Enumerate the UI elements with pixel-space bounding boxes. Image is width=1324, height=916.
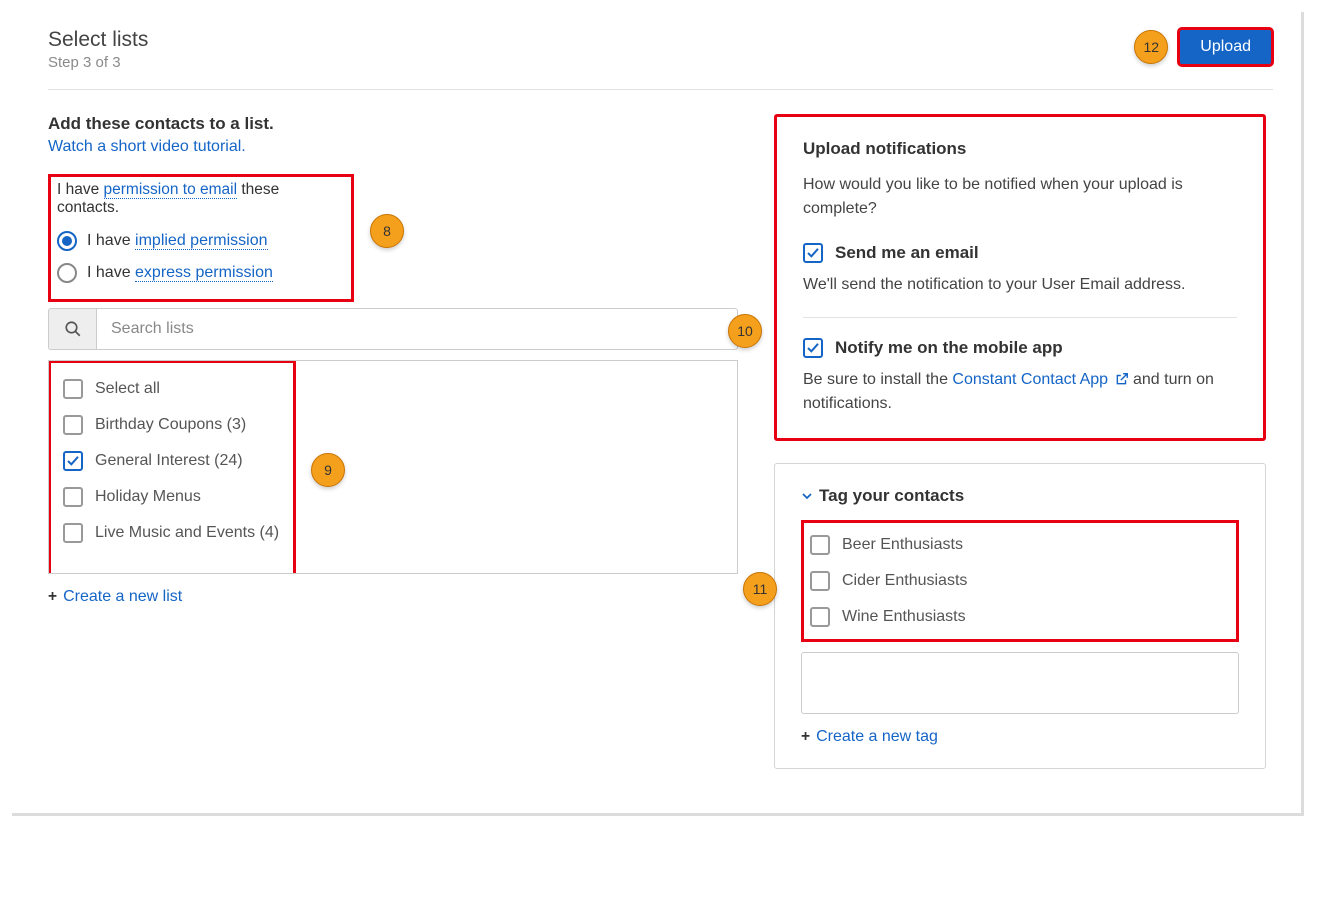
create-new-tag-link[interactable]: + Create a new tag	[801, 728, 1239, 746]
permission-intro: I have permission to email these contact…	[57, 181, 345, 217]
add-contacts-heading: Add these contacts to a list.	[48, 114, 738, 134]
upload-button[interactable]: Upload	[1178, 28, 1273, 66]
annotation-badge-9: 9	[311, 453, 345, 487]
plus-icon: +	[801, 728, 810, 746]
notify-email-desc: We'll send the notification to your User…	[803, 273, 1237, 297]
list-item[interactable]: Birthday Coupons (3)	[63, 407, 723, 443]
list-item[interactable]: Live Music and Events (4)	[63, 515, 723, 551]
lists-container[interactable]: Select all Birthday Coupons (3) General …	[48, 360, 738, 574]
list-item[interactable]: Holiday Menus	[63, 479, 723, 515]
express-permission-link[interactable]: express permission	[135, 264, 273, 282]
plus-icon: +	[48, 588, 57, 606]
divider	[803, 317, 1237, 318]
radio-implied-permission[interactable]: I have implied permission	[57, 225, 345, 257]
permission-section: I have permission to email these contact…	[48, 174, 354, 302]
search-lists-input[interactable]	[96, 308, 738, 350]
checkbox-icon	[810, 535, 830, 555]
radio-express-permission[interactable]: I have express permission	[57, 257, 345, 289]
checkbox-icon	[63, 379, 83, 399]
upload-notifications-heading: Upload notifications	[803, 139, 1237, 159]
checkbox-icon	[810, 571, 830, 591]
list-item[interactable]: General Interest (24)	[63, 443, 723, 479]
annotation-badge-11: 11	[743, 572, 777, 606]
create-new-list-link[interactable]: + Create a new list	[48, 588, 738, 606]
checkbox-icon	[63, 415, 83, 435]
annotation-badge-12: 12	[1134, 30, 1168, 64]
notify-email-checkbox[interactable]: Send me an email	[803, 243, 1237, 263]
search-icon	[48, 308, 96, 350]
notify-mobile-checkbox[interactable]: Notify me on the mobile app	[803, 338, 1237, 358]
notifications-desc: How would you like to be notified when y…	[803, 173, 1237, 221]
radio-icon	[57, 231, 77, 251]
radio-icon	[57, 263, 77, 283]
annotation-badge-8: 8	[370, 214, 404, 248]
checkbox-icon	[803, 338, 823, 358]
permission-to-email-link[interactable]: permission to email	[104, 181, 238, 199]
implied-permission-link[interactable]: implied permission	[135, 232, 268, 250]
notify-mobile-desc: Be sure to install the Constant Contact …	[803, 368, 1237, 416]
checkbox-icon	[63, 487, 83, 507]
tag-contacts-panel: Tag your contacts Beer Enthusiasts Cider…	[774, 463, 1266, 769]
checkbox-icon	[63, 523, 83, 543]
external-link-icon	[1115, 372, 1129, 386]
constant-contact-app-link[interactable]: Constant Contact App	[952, 371, 1128, 388]
annotation-badge-10: 10	[728, 314, 762, 348]
tag-item[interactable]: Wine Enthusiasts	[810, 599, 1230, 635]
page-step: Step 3 of 3	[48, 54, 148, 71]
checkbox-icon	[810, 607, 830, 627]
checkbox-icon	[63, 451, 83, 471]
tag-item[interactable]: Beer Enthusiasts	[810, 527, 1230, 563]
tag-contacts-toggle[interactable]: Tag your contacts	[801, 486, 1239, 506]
list-item-select-all[interactable]: Select all	[63, 371, 723, 407]
tag-item[interactable]: Cider Enthusiasts	[810, 563, 1230, 599]
page-title: Select lists	[48, 28, 148, 52]
tutorial-link[interactable]: Watch a short video tutorial.	[48, 138, 246, 155]
checkbox-icon	[803, 243, 823, 263]
upload-notifications-panel: Upload notifications How would you like …	[774, 114, 1266, 441]
search-lists-row	[48, 308, 738, 350]
chevron-down-icon	[801, 490, 813, 502]
page-header: Select lists Step 3 of 3 12 Upload	[48, 28, 1273, 90]
tag-input-area[interactable]	[801, 652, 1239, 714]
